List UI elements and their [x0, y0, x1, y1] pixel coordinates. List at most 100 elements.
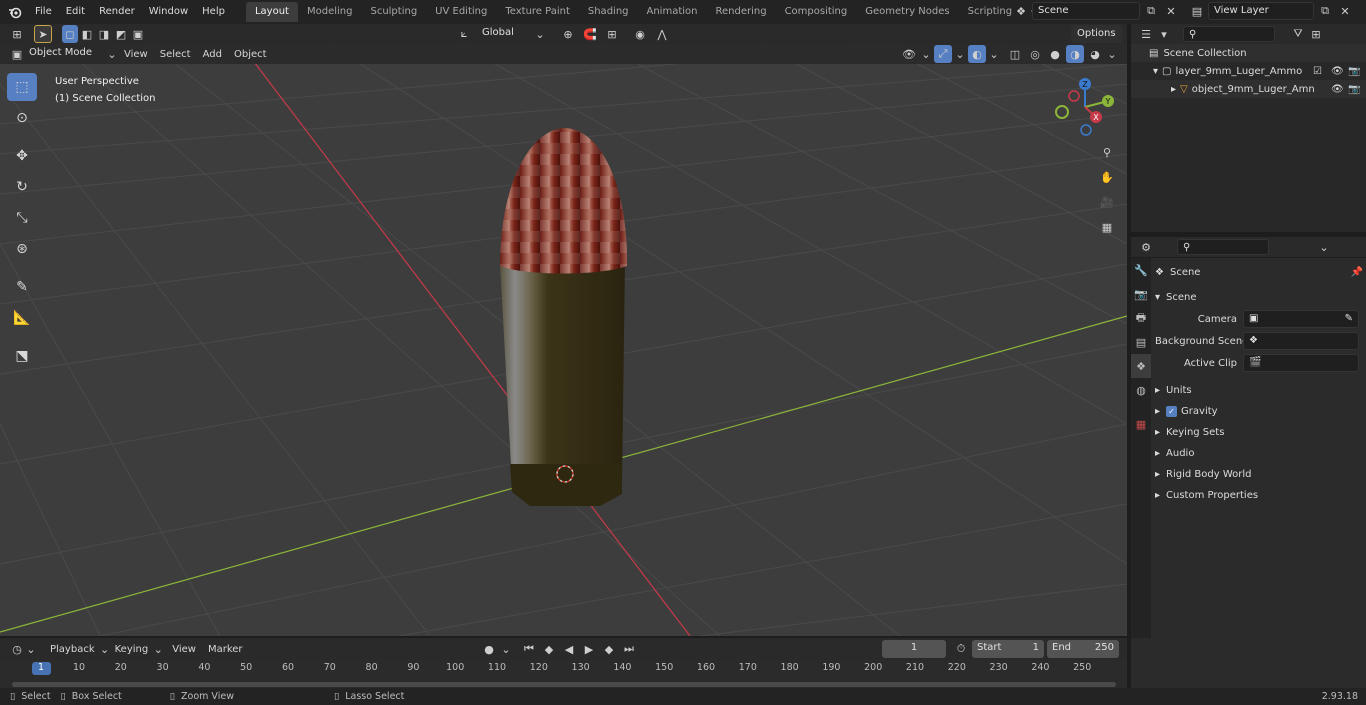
next-keyframe-icon[interactable]: ◆: [600, 640, 618, 658]
tab-modeling[interactable]: Modeling: [298, 2, 362, 22]
annotate-tool-icon[interactable]: ✎: [7, 273, 37, 301]
material-shading-icon[interactable]: ◑: [1066, 45, 1084, 63]
eye-icon[interactable]: 👁: [1331, 66, 1344, 77]
orientation-icon[interactable]: ⟀: [455, 25, 473, 43]
hand-pan-icon[interactable]: ✋: [1097, 167, 1117, 187]
jump-end-icon[interactable]: ⏭: [620, 640, 638, 658]
move-tool-icon[interactable]: ✥: [7, 142, 37, 170]
subtract-selection-icon[interactable]: ◨: [96, 25, 112, 43]
scene-panel-header[interactable]: ▾ Scene: [1155, 287, 1363, 308]
outliner-search-input[interactable]: ⚲: [1183, 26, 1275, 42]
chevron-down-icon[interactable]: ⌄: [954, 45, 966, 63]
scene-name-field[interactable]: Scene: [1032, 2, 1140, 20]
select-tool-icon[interactable]: ➤: [34, 25, 52, 43]
view-layer-field[interactable]: View Layer: [1208, 2, 1314, 20]
tool-tab-icon[interactable]: 🔧: [1131, 258, 1151, 282]
new-selection-icon[interactable]: ◻: [62, 25, 78, 43]
invert-selection-icon[interactable]: ◩: [113, 25, 129, 43]
transform-tool-icon[interactable]: ⊛: [7, 235, 37, 263]
texture-tab-icon[interactable]: ▦: [1131, 412, 1151, 436]
close-icon[interactable]: ✕: [1336, 2, 1354, 20]
chevron-down-icon[interactable]: ⌄: [920, 45, 932, 63]
tab-compositing[interactable]: Compositing: [776, 2, 857, 22]
menu-add[interactable]: Add: [197, 49, 228, 60]
visibility-icon[interactable]: 👁: [900, 45, 918, 63]
active-clip-field[interactable]: 🎬: [1243, 354, 1359, 372]
snap-target-icon[interactable]: ⊞: [603, 25, 621, 43]
snap-icon[interactable]: 🧲: [581, 25, 599, 43]
tab-sculpting[interactable]: Sculpting: [361, 2, 426, 22]
3d-viewport[interactable]: ▣ Object Mode ⌄ View Select Add Object 👁…: [0, 44, 1127, 636]
filter-icon[interactable]: ⛛: [1289, 25, 1307, 43]
end-frame-field[interactable]: End 250: [1047, 640, 1119, 658]
new-collection-icon[interactable]: ⊞: [1307, 25, 1325, 43]
background-scene-field[interactable]: ❖: [1243, 332, 1359, 350]
menu-window[interactable]: Window: [142, 0, 195, 24]
tab-uv-editing[interactable]: UV Editing: [426, 2, 496, 22]
units-panel[interactable]: ▸ Units: [1155, 380, 1363, 401]
menu-playback[interactable]: Playback: [44, 644, 101, 655]
jump-start-icon[interactable]: ⏮: [520, 640, 538, 658]
measure-tool-icon[interactable]: 📐: [7, 304, 37, 332]
chevron-down-icon[interactable]: ⌄: [500, 640, 512, 658]
editor-type-icon[interactable]: ⊞: [8, 25, 26, 43]
chevron-down-icon[interactable]: ⌄: [106, 45, 118, 63]
checkbox-icon[interactable]: ☑: [1313, 66, 1322, 77]
tab-texture-paint[interactable]: Texture Paint: [496, 2, 579, 22]
object-mode-icon[interactable]: ▣: [10, 45, 24, 63]
chevron-down-icon[interactable]: ▾: [1153, 66, 1158, 77]
scale-tool-icon[interactable]: ⤡: [7, 204, 37, 232]
start-frame-field[interactable]: Start 1: [972, 640, 1044, 658]
close-icon[interactable]: ✕: [1162, 2, 1180, 20]
display-mode-icon[interactable]: ▾: [1155, 25, 1173, 43]
extend-selection-icon[interactable]: ◧: [79, 25, 95, 43]
menu-render[interactable]: Render: [92, 0, 142, 24]
record-icon[interactable]: ●: [480, 640, 498, 658]
chevron-down-icon[interactable]: ⌄: [1106, 45, 1118, 63]
editor-type-icon[interactable]: ⚙: [1137, 238, 1155, 256]
add-cube-tool-icon[interactable]: ⬔: [7, 342, 37, 370]
blender-logo-icon[interactable]: [6, 3, 24, 21]
camera-icon[interactable]: 📷: [1348, 84, 1360, 95]
menu-object[interactable]: Object: [228, 49, 273, 60]
menu-edit[interactable]: Edit: [59, 0, 92, 24]
chevron-down-icon[interactable]: ⌄: [154, 640, 163, 658]
pivot-point-icon[interactable]: ⊕: [559, 25, 577, 43]
play-reverse-icon[interactable]: ◀: [560, 640, 578, 658]
scene-tab-icon[interactable]: ❖: [1131, 354, 1151, 378]
timeline-ruler[interactable]: 1 10 20 30 40 50 60 70 80 90 100 110 120 130 140 150 160…: [0, 660, 1127, 680]
rendered-shading-icon[interactable]: ◕: [1086, 45, 1104, 63]
grid-perspective-icon[interactable]: ▦: [1097, 217, 1117, 237]
render-tab-icon[interactable]: 📷: [1131, 282, 1151, 306]
world-tab-icon[interactable]: ◍: [1131, 378, 1151, 402]
camera-view-icon[interactable]: 🎥: [1097, 192, 1117, 212]
scene-icon[interactable]: ❖: [1012, 2, 1030, 20]
gravity-panel[interactable]: ▸ ✓ Gravity: [1155, 401, 1363, 422]
tab-geometry-nodes[interactable]: Geometry Nodes: [856, 2, 958, 22]
stopwatch-icon[interactable]: ⏱: [952, 640, 970, 658]
copy-scene-icon[interactable]: ⧉: [1142, 2, 1160, 20]
rigid-body-world-panel[interactable]: ▸ Rigid Body World: [1155, 464, 1363, 485]
menu-marker[interactable]: Marker: [202, 644, 249, 655]
timeline-scrollbar[interactable]: [0, 680, 1127, 688]
play-icon[interactable]: ▶: [580, 640, 598, 658]
editor-type-icon[interactable]: ☰: [1137, 25, 1155, 43]
pin-icon[interactable]: 📌: [1351, 267, 1363, 278]
keying-sets-panel[interactable]: ▸ Keying Sets: [1155, 422, 1363, 443]
falloff-icon[interactable]: ⋀: [653, 25, 671, 43]
chevron-right-icon[interactable]: ▸: [1171, 84, 1176, 95]
prev-keyframe-icon[interactable]: ◆: [540, 640, 558, 658]
xray-icon[interactable]: ◫: [1006, 45, 1024, 63]
chevron-down-icon[interactable]: ⌄: [988, 45, 1000, 63]
output-tab-icon[interactable]: 🖶: [1131, 306, 1151, 330]
solid-shading-icon[interactable]: ●: [1046, 45, 1064, 63]
menu-help[interactable]: Help: [195, 0, 232, 24]
eye-icon[interactable]: 👁: [1331, 84, 1344, 95]
proportional-edit-icon[interactable]: ◉: [631, 25, 649, 43]
menu-keying[interactable]: Keying: [109, 644, 155, 655]
tab-animation[interactable]: Animation: [638, 2, 707, 22]
intersect-selection-icon[interactable]: ▣: [130, 25, 146, 43]
scrollbar-thumb[interactable]: [12, 682, 1116, 687]
tab-shading[interactable]: Shading: [579, 2, 638, 22]
camera-icon[interactable]: 📷: [1348, 66, 1360, 77]
